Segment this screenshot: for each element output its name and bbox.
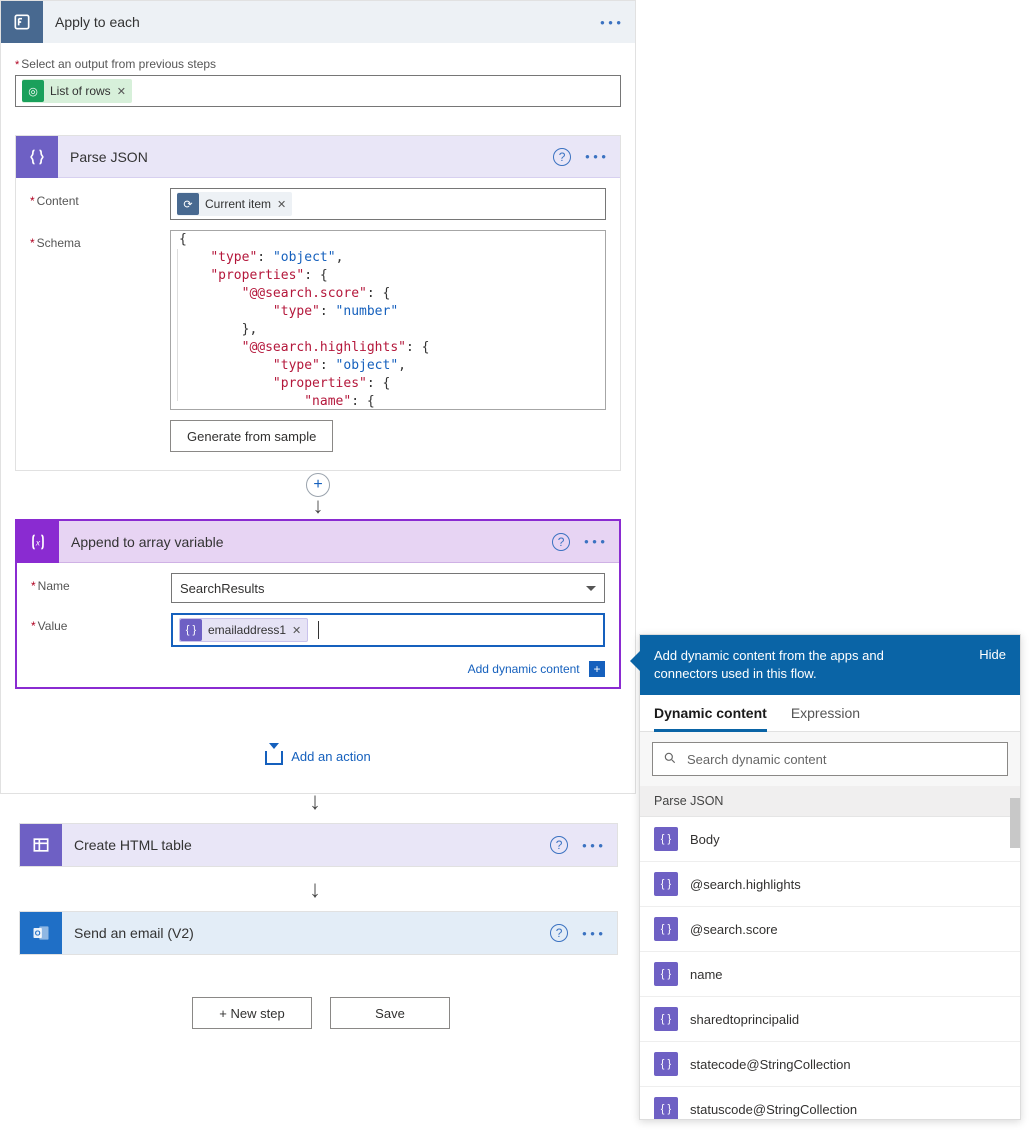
more-icon[interactable]: • • •: [584, 534, 605, 549]
name-label: Name: [31, 573, 171, 593]
braces-icon: { }: [654, 1052, 678, 1076]
list-of-rows-chip[interactable]: ◎ List of rows: [22, 79, 132, 103]
name-value: SearchResults: [180, 581, 265, 596]
select-output-label: Select an output from previous steps: [15, 57, 621, 71]
current-item-chip[interactable]: ⟳ Current item: [177, 192, 292, 216]
more-icon[interactable]: • • •: [585, 149, 606, 164]
braces-icon: { }: [654, 872, 678, 896]
panel-pointer: [630, 651, 640, 671]
chip-label: Current item: [205, 197, 271, 211]
outlook-icon: O: [20, 912, 62, 954]
scrollbar-thumb[interactable]: [1010, 798, 1020, 848]
dynamic-content-group: Parse JSON: [640, 786, 1020, 817]
variable-icon: x: [17, 521, 59, 563]
content-input[interactable]: ⟳ Current item: [170, 188, 606, 220]
parse-json-header[interactable]: Parse JSON ? • • •: [16, 136, 620, 178]
dynamic-item-search-highlights[interactable]: { }@search.highlights: [640, 862, 1020, 907]
append-header[interactable]: x Append to array variable ? • • •: [17, 521, 619, 563]
dynamic-item-sharedtoprincipalid[interactable]: { }sharedtoprincipalid: [640, 997, 1020, 1042]
loop-icon: [1, 1, 43, 43]
dynamic-item-statecode[interactable]: { }statecode@StringCollection: [640, 1042, 1020, 1087]
dynamic-item-search-score[interactable]: { }@search.score: [640, 907, 1020, 952]
help-icon[interactable]: ?: [550, 836, 568, 854]
braces-icon: { }: [654, 827, 678, 851]
arrow-down-icon: ↓: [313, 497, 324, 515]
schema-label: Schema: [30, 230, 170, 250]
chip-label: emailaddress1: [208, 623, 286, 637]
svg-text:x: x: [35, 537, 41, 547]
search-input[interactable]: Search dynamic content: [652, 742, 1008, 776]
dynamic-item-body[interactable]: { }Body: [640, 817, 1020, 862]
dataverse-icon: ◎: [22, 80, 44, 102]
more-icon[interactable]: • • •: [582, 926, 603, 941]
chevron-down-icon: [586, 586, 596, 591]
svg-text:O: O: [35, 929, 41, 938]
braces-icon: { }: [654, 1097, 678, 1119]
help-icon[interactable]: ?: [552, 533, 570, 551]
add-action-icon: [265, 751, 283, 765]
apply-to-each-title: Apply to each: [43, 14, 600, 30]
hide-link[interactable]: Hide: [979, 647, 1006, 683]
text-cursor: [318, 621, 319, 639]
send-email-card[interactable]: O Send an email (V2) ? • • •: [19, 911, 618, 955]
search-icon: [663, 751, 677, 768]
more-icon[interactable]: • • •: [582, 838, 603, 853]
remove-chip-icon[interactable]: [117, 85, 126, 98]
braces-icon: { }: [654, 917, 678, 941]
tab-dynamic-content[interactable]: Dynamic content: [654, 705, 767, 732]
remove-chip-icon[interactable]: [292, 624, 301, 637]
loop-icon: ⟳: [177, 193, 199, 215]
generate-from-sample-button[interactable]: Generate from sample: [170, 420, 333, 452]
help-icon[interactable]: ?: [553, 148, 571, 166]
parse-json-title: Parse JSON: [58, 149, 553, 165]
dynamic-content-list: { }Body { }@search.highlights { }@search…: [640, 817, 1020, 1119]
braces-icon: [16, 136, 58, 178]
braces-icon: { }: [654, 1007, 678, 1031]
append-title: Append to array variable: [59, 534, 552, 550]
apply-to-each-card: Apply to each • • • Select an output fro…: [0, 0, 636, 794]
parse-json-card: Parse JSON ? • • • Content ⟳ Current ite…: [15, 135, 621, 471]
emailaddress1-chip[interactable]: { } emailaddress1: [179, 618, 308, 642]
save-button[interactable]: Save: [330, 997, 450, 1029]
dynamic-item-name[interactable]: { }name: [640, 952, 1020, 997]
schema-textarea[interactable]: { "type": "object", "properties": { "@@s…: [170, 230, 606, 410]
content-label: Content: [30, 188, 170, 208]
chip-label: List of rows: [50, 84, 111, 98]
plus-icon: +: [589, 661, 605, 677]
select-output-input[interactable]: ◎ List of rows: [15, 75, 621, 107]
apply-to-each-header[interactable]: Apply to each • • •: [1, 1, 635, 43]
dynamic-content-header: Add dynamic content from the apps and co…: [640, 635, 1020, 695]
braces-icon: { }: [180, 619, 202, 641]
arrow-down-icon: ↓: [309, 876, 321, 904]
add-an-action-link[interactable]: Add an action: [265, 749, 371, 764]
help-icon[interactable]: ?: [550, 924, 568, 942]
value-label: Value: [31, 613, 171, 633]
name-select[interactable]: SearchResults: [171, 573, 605, 603]
more-icon[interactable]: • • •: [600, 15, 621, 30]
add-dynamic-content-link[interactable]: Add dynamic content +: [17, 657, 619, 687]
search-placeholder: Search dynamic content: [687, 752, 826, 767]
value-input[interactable]: { } emailaddress1: [171, 613, 605, 647]
tab-expression[interactable]: Expression: [791, 705, 860, 731]
create-html-table-card[interactable]: Create HTML table ? • • •: [19, 823, 618, 867]
append-to-array-card: x Append to array variable ? • • • Name …: [15, 519, 621, 689]
remove-chip-icon[interactable]: [277, 198, 286, 211]
braces-icon: { }: [654, 962, 678, 986]
table-icon: [20, 824, 62, 866]
connector: + ↓: [15, 471, 621, 519]
new-step-button[interactable]: + New step: [192, 997, 312, 1029]
create-html-title: Create HTML table: [62, 837, 550, 853]
arrow-down-icon: ↓: [309, 788, 321, 816]
dynamic-content-panel: Add dynamic content from the apps and co…: [639, 634, 1021, 1120]
dynamic-item-statuscode[interactable]: { }statuscode@StringCollection: [640, 1087, 1020, 1119]
dynamic-content-message: Add dynamic content from the apps and co…: [654, 647, 944, 683]
send-email-title: Send an email (V2): [62, 925, 550, 941]
